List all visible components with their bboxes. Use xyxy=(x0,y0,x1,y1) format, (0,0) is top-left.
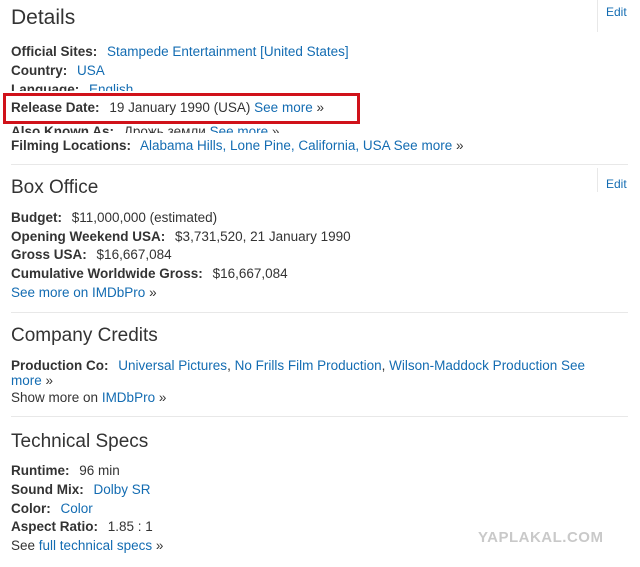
see-more-imdbpro-row: See more on IMDbPro » xyxy=(11,285,157,301)
separator: , xyxy=(227,358,231,373)
chevron-right-icon: » xyxy=(155,538,164,553)
chevron-right-icon: » xyxy=(158,390,167,405)
official-sites-link[interactable]: Stampede Entertainment [United States] xyxy=(107,44,349,59)
opening-weekend-row: Opening Weekend USA: $3,731,520, 21 Janu… xyxy=(11,229,351,245)
gross-usa-value: $16,667,084 xyxy=(96,247,172,262)
production-company-link-2[interactable]: No Frills Film Production xyxy=(235,358,382,373)
aka-value: Дрожь земли xyxy=(123,124,206,133)
section-divider xyxy=(11,416,628,417)
production-company-link-1[interactable]: Universal Pictures xyxy=(118,358,227,373)
production-see-link[interactable]: See xyxy=(561,358,585,373)
watermark: YAPLAKAL.COM xyxy=(478,529,604,546)
color-link[interactable]: Color xyxy=(61,501,93,516)
cumulative-gross-label: Cumulative Worldwide Gross: xyxy=(11,266,203,281)
technical-specs-heading: Technical Specs xyxy=(11,431,149,452)
highlight-box xyxy=(3,93,360,124)
filming-locations-label: Filming Locations: xyxy=(11,138,131,153)
sound-mix-link[interactable]: Dolby SR xyxy=(94,482,151,497)
language-row: Language: English xyxy=(11,82,133,91)
chevron-right-icon: » xyxy=(45,373,54,388)
runtime-value: 96 min xyxy=(79,463,120,478)
color-label: Color: xyxy=(11,501,51,516)
box-office-edit-link[interactable]: Edit xyxy=(606,177,627,191)
production-more-row: more » xyxy=(11,373,53,389)
cumulative-gross-row: Cumulative Worldwide Gross: $16,667,084 xyxy=(11,266,288,282)
section-divider xyxy=(11,312,628,313)
chevron-right-icon: » xyxy=(455,138,464,153)
color-row: Color: Color xyxy=(11,501,93,517)
details-edit-link[interactable]: Edit xyxy=(606,5,627,19)
aspect-ratio-row: Aspect Ratio: 1.85 : 1 xyxy=(11,519,153,535)
edit-divider xyxy=(597,168,598,192)
country-link[interactable]: USA xyxy=(77,63,105,78)
sound-mix-row: Sound Mix: Dolby SR xyxy=(11,482,151,498)
company-credits-heading: Company Credits xyxy=(11,325,158,346)
show-more-prefix: Show more on xyxy=(11,390,99,405)
section-divider xyxy=(11,164,628,165)
filming-locations-row: Filming Locations: Alabama Hills, Lone P… xyxy=(11,138,463,154)
opening-weekend-value: $3,731,520, 21 January 1990 xyxy=(175,229,351,244)
imdbpro-link[interactable]: IMDbPro xyxy=(102,390,155,405)
production-co-row: Production Co: Universal Pictures, No Fr… xyxy=(11,358,585,374)
production-more-link[interactable]: more xyxy=(11,373,42,388)
aka-label: Also Known As: xyxy=(11,124,114,133)
country-label: Country: xyxy=(11,63,68,78)
box-office-heading: Box Office xyxy=(11,177,99,198)
full-specs-row: See full technical specs » xyxy=(11,538,163,554)
runtime-row: Runtime: 96 min xyxy=(11,463,120,479)
budget-label: Budget: xyxy=(11,210,62,225)
details-heading: Details xyxy=(11,6,76,29)
official-sites-row: Official Sites: Stampede Entertainment [… xyxy=(11,44,349,60)
gross-usa-label: Gross USA: xyxy=(11,247,87,262)
runtime-label: Runtime: xyxy=(11,463,70,478)
aspect-ratio-value: 1.85 : 1 xyxy=(107,519,153,534)
chevron-right-icon: » xyxy=(149,285,157,300)
production-co-label: Production Co: xyxy=(11,358,109,373)
full-technical-specs-link[interactable]: full technical specs xyxy=(39,538,152,553)
see-prefix: See xyxy=(11,538,36,553)
see-more-imdbpro-link[interactable]: See more on IMDbPro xyxy=(11,285,145,300)
aspect-ratio-label: Aspect Ratio: xyxy=(11,519,99,534)
official-sites-label: Official Sites: xyxy=(11,44,98,59)
edit-divider xyxy=(597,0,598,32)
gross-usa-row: Gross USA: $16,667,084 xyxy=(11,247,172,263)
opening-weekend-label: Opening Weekend USA: xyxy=(11,229,166,244)
filming-locations-link[interactable]: Alabama Hills, Lone Pine, California, US… xyxy=(140,138,390,153)
sound-mix-label: Sound Mix: xyxy=(11,482,84,497)
cumulative-gross-value: $16,667,084 xyxy=(212,266,288,281)
aka-row: Also Known As: Дрожь земли See more » xyxy=(11,124,279,133)
budget-row: Budget: $11,000,000 (estimated) xyxy=(11,210,217,226)
separator: , xyxy=(381,358,386,373)
language-link[interactable]: English xyxy=(89,82,133,91)
production-company-link-3[interactable]: Wilson-Maddock Production xyxy=(389,358,557,373)
chevron-right-icon: » xyxy=(271,124,280,133)
aka-see-more-link[interactable]: See more xyxy=(210,124,269,133)
filming-see-more-link[interactable]: See more xyxy=(394,138,453,153)
budget-value: $11,000,000 (estimated) xyxy=(71,210,218,225)
language-label: Language: xyxy=(11,82,80,91)
show-more-imdbpro-row: Show more on IMDbPro » xyxy=(11,390,166,406)
country-row: Country: USA xyxy=(11,63,105,79)
